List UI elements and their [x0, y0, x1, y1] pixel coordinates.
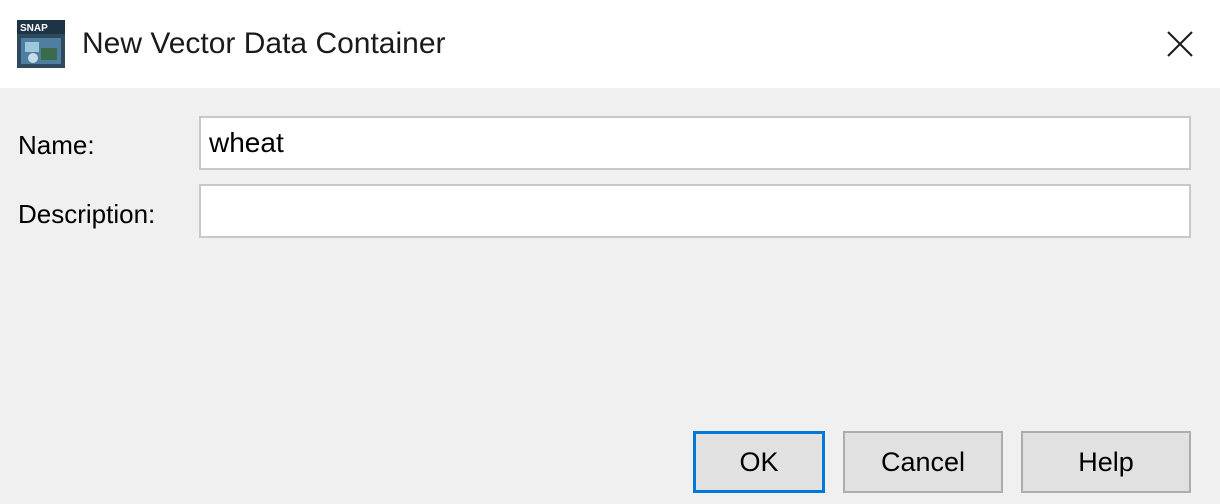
description-label: Description:: [18, 199, 156, 229]
description-field[interactable]: [199, 184, 1191, 238]
title-bar[interactable]: SNAP New Vector Data Container: [0, 0, 1220, 88]
name-label: Name:: [18, 130, 95, 160]
snap-app-icon: SNAP: [17, 20, 65, 68]
name-field[interactable]: [199, 116, 1191, 170]
help-button[interactable]: Help: [1021, 431, 1191, 493]
svg-text:SNAP: SNAP: [20, 23, 48, 34]
dialog-window: SNAP New Vector Data Container Name: Des…: [0, 0, 1220, 504]
close-icon: [1167, 31, 1193, 57]
dialog-content: Name: Description: OK Cancel Help: [0, 88, 1220, 504]
window-title: New Vector Data Container: [82, 27, 446, 60]
ok-button[interactable]: OK: [693, 431, 825, 493]
close-button[interactable]: [1150, 14, 1210, 74]
cancel-button[interactable]: Cancel: [843, 431, 1003, 493]
